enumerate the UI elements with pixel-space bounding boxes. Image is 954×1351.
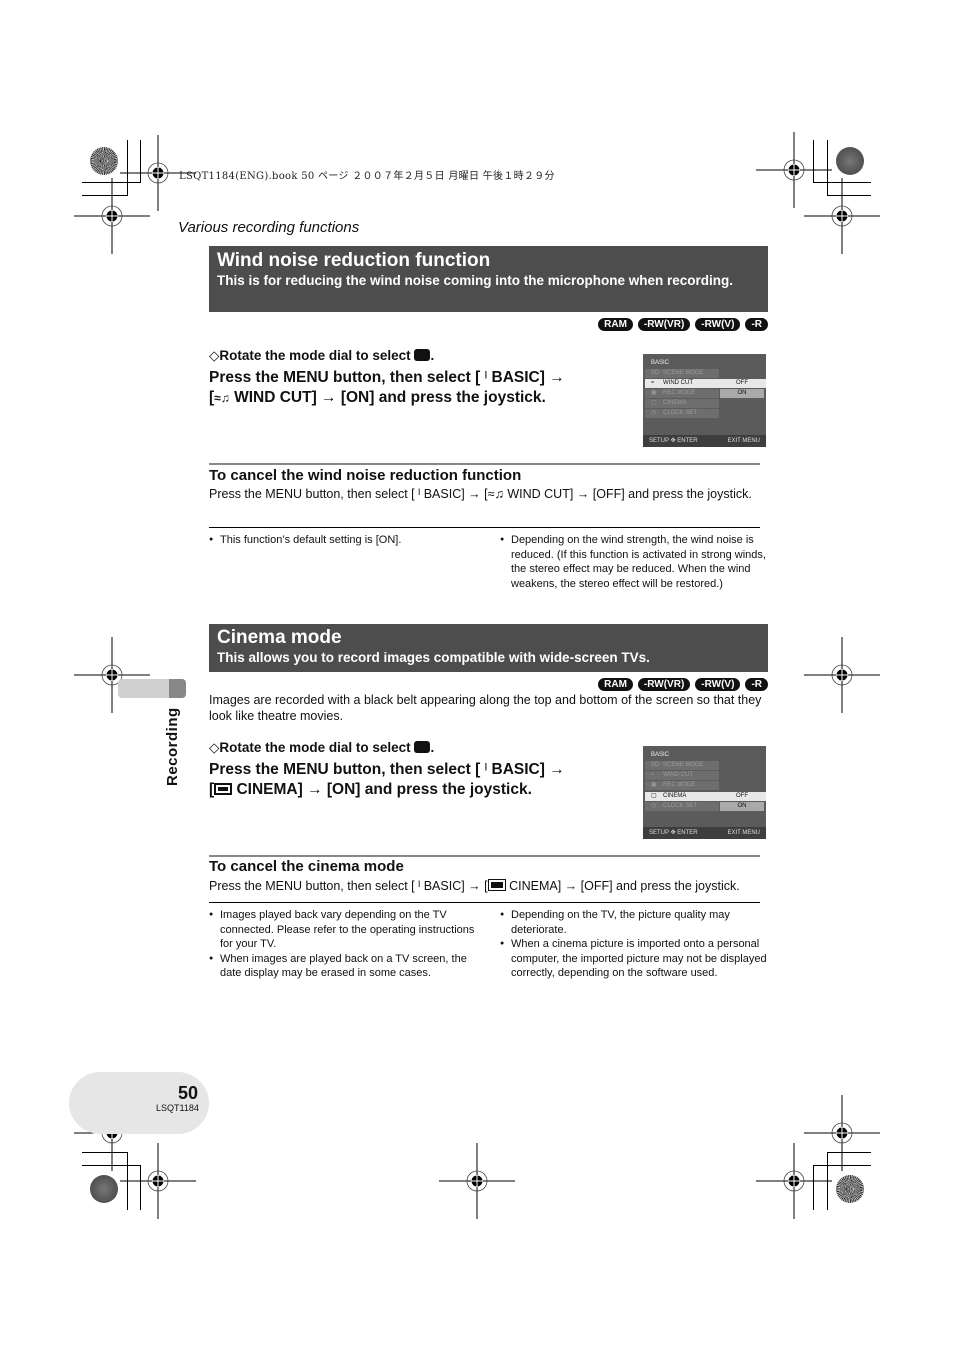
menu-row: ▣ REC MODE (645, 781, 719, 790)
cancel-instructions: Press the MENU button, then select [ ᴵ B… (209, 487, 752, 501)
menu-row: ◷ CLOCK SET (645, 802, 719, 811)
wrench-icon: ᴵ (418, 487, 421, 501)
chapter-label: Recording (164, 707, 181, 786)
page-number: 50 (177, 1083, 198, 1103)
wrench-icon: ᴵ (484, 369, 488, 386)
disc-badge: -RW(VR) (637, 318, 691, 331)
registration-mark (755, 1142, 833, 1220)
section-banner-wind: Wind noise reduction function This is fo… (209, 246, 768, 312)
menu-row: SD SCENE MODE (645, 761, 719, 770)
diamond-icon: ◇ (209, 348, 220, 363)
note-item: This function’s default setting is [ON]. (209, 533, 479, 548)
print-header: LSQT1184(ENG).book 50 ページ ２００７年２月５日 月曜日 … (179, 171, 555, 182)
movie-camera-icon (414, 741, 431, 753)
disc-badges: RAM -RW(VR) -RW(V) -R (598, 678, 768, 691)
divider (209, 463, 760, 465)
cinema-intro: Images are recorded with a black belt ap… (209, 693, 762, 723)
wrench-icon: ᴵ (484, 761, 488, 778)
notes-right: Depending on the wind strength, the wind… (500, 533, 768, 591)
section-title: Wind noise reduction function (217, 250, 491, 271)
disc-badge: RAM (598, 318, 633, 331)
registration-mark (73, 636, 151, 714)
section-title: Cinema mode (217, 627, 342, 648)
step-menu: Press the MENU button, then select [ ᴵ B… (209, 369, 565, 406)
cancel-instructions: Press the MENU button, then select [ ᴵ B… (209, 879, 740, 893)
menu-row: ▣ REC MODE (645, 389, 719, 398)
note-item: Depending on the wind strength, the wind… (500, 533, 768, 591)
notes-left: Images played back vary depending on the… (209, 908, 479, 981)
registration-mark (755, 131, 833, 209)
registration-mark (438, 1142, 516, 1220)
diamond-icon: ◇ (209, 740, 220, 755)
notes-right: Depending on the TV, the picture quality… (500, 908, 768, 981)
registration-mark (803, 636, 881, 714)
menu-screen-wind: BASIC SD SCENE MODE ≈ WIND CUT OFF ON ▣ REC… (643, 354, 766, 447)
registration-mark (73, 177, 151, 255)
disc-badges: RAM -RW(VR) -RW(V) -R (598, 318, 768, 331)
menu-row: ≈ WIND CUT (645, 771, 719, 780)
movie-camera-icon (414, 349, 431, 361)
menu-row: ◷ CLOCK SET (645, 409, 719, 418)
note-item: Depending on the TV, the picture quality… (500, 908, 768, 937)
menu-screen-cinema: BASIC SD SCENE MODE ≈ WIND CUT ▣ REC MODE ▢… (643, 746, 766, 839)
menu-row: SD SCENE MODE (645, 369, 719, 378)
registration-mark (803, 177, 881, 255)
cinema-icon (214, 783, 233, 795)
divider (209, 527, 760, 528)
disc-badge: -RW(V) (695, 678, 741, 691)
note-item: When images are played back on a TV scre… (209, 952, 479, 981)
divider (209, 855, 760, 857)
wind-cut-icon: ≈♫ (214, 391, 230, 405)
disc-badge: -R (745, 318, 768, 331)
cancel-heading: To cancel the wind noise reduction funct… (209, 467, 522, 484)
chapter-tab (118, 679, 186, 698)
running-title: Various recording functions (178, 219, 360, 236)
disc-badge: -R (745, 678, 768, 691)
menu-row: ▢ CINEMA (645, 399, 719, 408)
disc-badge: -RW(VR) (637, 678, 691, 691)
notes-left: This function’s default setting is [ON]. (209, 533, 479, 548)
divider (209, 902, 760, 903)
disc-badge: -RW(V) (695, 318, 741, 331)
cinema-icon (487, 879, 506, 891)
step-mode-dial: ◇Rotate the mode dial to select . (209, 740, 435, 755)
section-subtitle: This allows you to record images compati… (217, 650, 650, 665)
note-item: When a cinema picture is imported onto a… (500, 937, 768, 981)
wrench-icon: ᴵ (418, 879, 421, 893)
step-menu: Press the MENU button, then select [ ᴵ B… (209, 761, 565, 798)
section-subtitle: This is for reducing the wind noise comi… (217, 273, 734, 288)
registration-mark (803, 1094, 881, 1172)
section-banner-cinema: Cinema mode This allows you to record im… (209, 624, 768, 672)
doc-code: LSQT1184 (156, 1103, 199, 1113)
wind-cut-icon: ≈♫ (487, 487, 504, 501)
registration-mark (119, 1142, 197, 1220)
disc-badge: RAM (598, 678, 633, 691)
note-item: Images played back vary depending on the… (209, 908, 479, 952)
cancel-heading: To cancel the cinema mode (209, 858, 404, 875)
registration-marks (73, 131, 881, 1220)
step-mode-dial: ◇Rotate the mode dial to select . (209, 348, 435, 363)
